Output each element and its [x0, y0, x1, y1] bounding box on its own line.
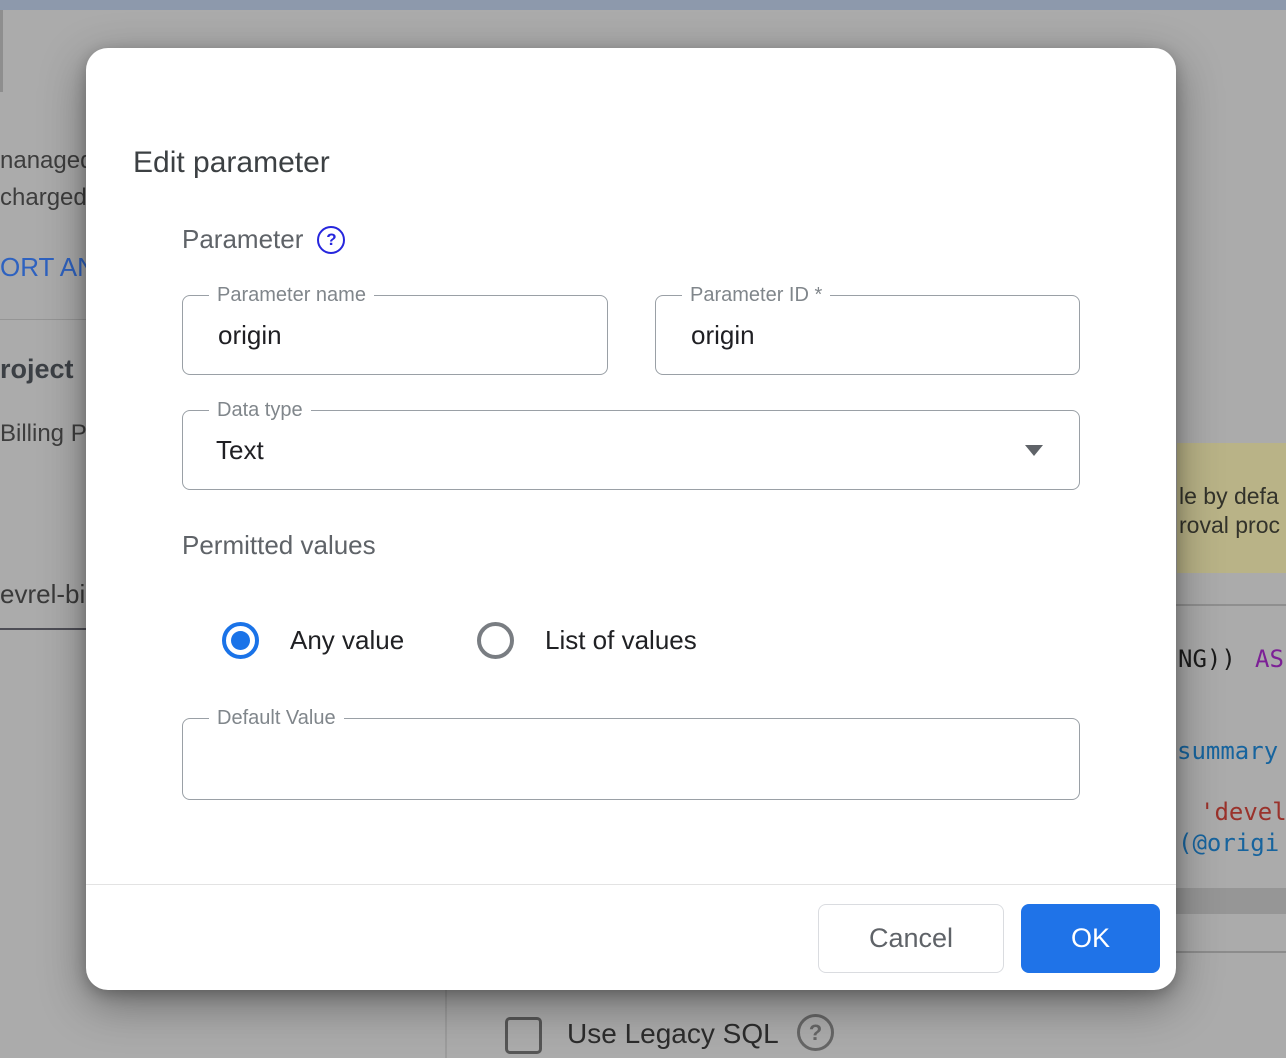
parameter-id-input[interactable] — [689, 319, 1036, 352]
code-fragment: NG)) — [1178, 645, 1236, 673]
bg-input-underline — [0, 628, 86, 630]
bg-input-value-devrel: evrel-big — [0, 579, 100, 610]
default-value-field[interactable]: Default Value — [182, 718, 1080, 800]
code-line-2: summary — [1177, 737, 1278, 765]
right-band-dark — [1175, 888, 1286, 914]
use-legacy-sql-label: Use Legacy SQL — [567, 1018, 779, 1050]
bg-text-billing: Billing P — [0, 420, 87, 448]
right-divider-2 — [1175, 951, 1286, 953]
radio-selected-icon — [222, 622, 259, 659]
notice-box: le by defa roval proc — [1177, 443, 1286, 573]
code-line-3: 'devel — [1200, 798, 1286, 826]
code-line-4: (@origi — [1178, 829, 1279, 857]
edit-parameter-dialog: Edit parameter Parameter ? Parameter nam… — [86, 48, 1176, 990]
cancel-button[interactable]: Cancel — [818, 904, 1004, 973]
top-bar — [0, 0, 1286, 10]
notice-line: le by defa — [1179, 483, 1279, 510]
radio-unselected-icon — [477, 622, 514, 659]
parameter-id-label: Parameter ID * — [682, 284, 830, 307]
dialog-title: Edit parameter — [133, 146, 330, 180]
parameter-id-field[interactable]: Parameter ID * — [655, 295, 1080, 375]
default-value-label: Default Value — [209, 707, 344, 730]
radio-option-list-of-values[interactable]: List of values — [477, 622, 697, 659]
code-keyword-as: AS — [1255, 645, 1284, 673]
radio-label: List of values — [545, 625, 697, 656]
permitted-values-heading: Permitted values — [182, 530, 376, 561]
footer-divider — [86, 884, 1176, 885]
use-legacy-sql-checkbox — [505, 1017, 542, 1054]
default-value-input[interactable] — [216, 743, 1036, 776]
bg-text-charged: charged — [0, 184, 87, 212]
notice-line: roval proc — [1179, 512, 1280, 539]
bg-text-managed: nanaged — [0, 147, 93, 175]
parameter-name-field[interactable]: Parameter name — [182, 295, 608, 375]
bg-divider-left — [0, 319, 88, 320]
parameter-name-input[interactable] — [216, 319, 564, 352]
help-icon[interactable]: ? — [317, 226, 345, 254]
radio-label: Any value — [290, 625, 404, 656]
radio-option-any-value[interactable]: Any value — [222, 622, 404, 659]
bg-divider-right — [1175, 604, 1286, 606]
parameter-name-label: Parameter name — [209, 284, 374, 307]
parameter-section: Parameter ? — [182, 224, 345, 255]
chevron-down-icon — [1025, 445, 1043, 456]
parameter-section-label: Parameter — [182, 224, 303, 255]
code-line-1: NG)) AS — [1178, 645, 1250, 673]
panel-vertical-divider — [445, 990, 447, 1058]
legacy-sql-help-icon: ? — [797, 1014, 834, 1051]
bg-heading-project: roject — [0, 354, 74, 385]
ok-button[interactable]: OK — [1021, 904, 1160, 973]
data-type-select[interactable]: Data type Text — [182, 410, 1080, 490]
bg-link-fragment: ORT AN — [0, 252, 96, 283]
left-edge-strip — [0, 10, 3, 92]
data-type-label: Data type — [209, 399, 311, 422]
data-type-value: Text — [216, 435, 264, 466]
